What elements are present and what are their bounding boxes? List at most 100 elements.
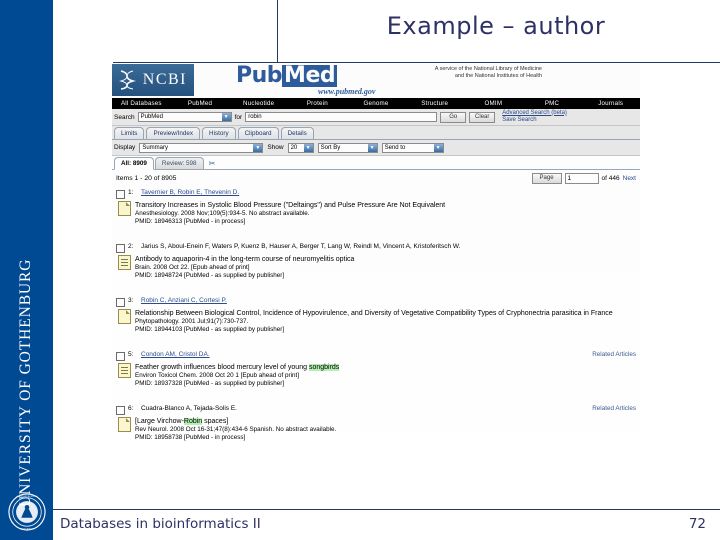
result-tab-review[interactable]: Review: 598 bbox=[154, 157, 204, 169]
nav-item-nucleotide[interactable]: Nucleotide bbox=[229, 100, 288, 107]
page-number-input[interactable]: 1 bbox=[564, 172, 599, 184]
display-select-value: Summary bbox=[142, 144, 168, 151]
tab-clipboard[interactable]: Clipboard bbox=[237, 127, 279, 139]
send-to-select[interactable]: Send to ▼ bbox=[381, 142, 444, 153]
result-title[interactable]: Antibody to aquaporin-4 in the long-term… bbox=[135, 255, 636, 264]
result-title-highlight: Robin bbox=[183, 417, 203, 425]
result-header: 6: Cuadra-Blanco A, Tejada-Solis E. Rela… bbox=[116, 405, 636, 415]
document-fold-icon[interactable] bbox=[118, 200, 131, 216]
result-body: Transitory Increases in Systolic Blood P… bbox=[116, 200, 636, 227]
pubmed-logo-pub: Pub bbox=[236, 64, 283, 88]
result-text: Feather growth influences blood mercury … bbox=[135, 363, 636, 389]
result-journal: Brain. 2008 Oct 22. [Epub ahead of print… bbox=[135, 263, 250, 271]
nav-item-structure[interactable]: Structure bbox=[405, 100, 464, 107]
next-page-link[interactable]: Next bbox=[623, 175, 636, 182]
result-pmid: PMID: 18946313 [PubMed - in process] bbox=[135, 218, 246, 225]
university-name: UNIVERSITY OF GOTHENBURG bbox=[17, 258, 34, 507]
items-count-text: Items 1 - 20 of 8905 bbox=[116, 174, 177, 182]
result-header: 2: Jarius S, Aboul-Enein F, Waters P, Ku… bbox=[116, 243, 636, 253]
search-label: Search bbox=[114, 113, 135, 121]
tab-history[interactable]: History bbox=[202, 127, 236, 139]
document-fold-icon[interactable] bbox=[118, 416, 131, 432]
result-body: Relationship Between Biological Control,… bbox=[116, 308, 636, 335]
result-title[interactable]: [Large Virchow-Robin spaces] bbox=[135, 417, 636, 426]
document-lines-icon[interactable] bbox=[118, 254, 131, 270]
result-authors-link[interactable]: Tavernier B, Robin E, Thevenin D. bbox=[141, 189, 627, 196]
tab-preview-index[interactable]: Preview/Index bbox=[146, 127, 201, 139]
result-text: Relationship Between Biological Control,… bbox=[135, 309, 636, 335]
nav-item-all-databases[interactable]: All Databases bbox=[112, 100, 171, 107]
advanced-search-link[interactable]: Advanced Search (beta) bbox=[502, 110, 567, 118]
go-button[interactable]: Go bbox=[440, 111, 467, 123]
sort-by-value: Sort By bbox=[320, 144, 341, 151]
result-body: [Large Virchow-Robin spaces] Rev Neurol.… bbox=[116, 416, 636, 443]
search-tabs: Limits Preview/Index History Clipboard D… bbox=[112, 126, 640, 140]
database-select[interactable]: PubMed ▼ bbox=[137, 112, 232, 122]
result-header: 5: Condon AM, Cristol DA. Related Articl… bbox=[116, 351, 636, 361]
list-item: 1: Tavernier B, Robin E, Thevenin D. Tra… bbox=[116, 187, 636, 241]
list-item: 3: Robin C, Anziani C, Cortesi P. Relati… bbox=[116, 295, 636, 349]
result-authors-link[interactable]: Cuadra-Blanco A, Tejada-Solis E. bbox=[141, 405, 583, 412]
result-header: 3: Robin C, Anziani C, Cortesi P. bbox=[116, 297, 636, 307]
search-input[interactable]: robin bbox=[245, 112, 438, 122]
result-checkbox[interactable] bbox=[116, 297, 125, 307]
pubmed-banner: NCBI PubMed www.pubmed.gov A service of … bbox=[112, 64, 640, 98]
results-pager-bar: Items 1 - 20 of 8905 Page 1 of 446 Next bbox=[112, 170, 640, 186]
result-title-highlight: songbirds bbox=[308, 363, 340, 371]
result-title[interactable]: Relationship Between Biological Control,… bbox=[135, 309, 636, 318]
nlm-credit-line1[interactable]: A service of the National Library of Med… bbox=[372, 66, 542, 73]
result-checkbox[interactable] bbox=[116, 189, 125, 199]
search-input-value: robin bbox=[248, 114, 262, 120]
tab-details[interactable]: Details bbox=[280, 127, 314, 139]
result-checkbox[interactable] bbox=[116, 243, 125, 253]
related-articles-link[interactable]: Related Articles bbox=[586, 405, 636, 412]
result-title[interactable]: Transitory Increases in Systolic Blood P… bbox=[135, 201, 636, 210]
result-authors-link[interactable]: Jarius S, Aboul-Enein F, Waters P, Kuenz… bbox=[141, 243, 627, 250]
save-search-link[interactable]: Save Search bbox=[502, 117, 567, 125]
result-text: [Large Virchow-Robin spaces] Rev Neurol.… bbox=[135, 417, 636, 443]
nav-item-journals[interactable]: Journals bbox=[581, 100, 640, 107]
page-title: Example – author bbox=[386, 12, 606, 40]
slide-page-number: 72 bbox=[688, 516, 706, 532]
result-journal: Rev Neurol. 2008 Oct 16-31;47(8):434-6 S… bbox=[135, 425, 337, 433]
document-lines-icon[interactable] bbox=[118, 362, 131, 378]
university-seal-icon: GOTHOBURGENSIS UNIVERSITAS bbox=[8, 493, 46, 531]
result-title-prefix: Feather growth influences blood mercury … bbox=[135, 363, 309, 371]
related-articles-link[interactable]: Related Articles bbox=[586, 351, 636, 358]
nlm-credit-line2[interactable]: and the National Institutes of Health bbox=[372, 73, 542, 80]
result-checkbox[interactable] bbox=[116, 351, 125, 361]
result-header: 1: Tavernier B, Robin E, Thevenin D. bbox=[116, 189, 636, 199]
list-item: 5: Condon AM, Cristol DA. Related Articl… bbox=[116, 349, 636, 403]
nav-item-genome[interactable]: Genome bbox=[347, 100, 406, 107]
result-filter-tabs: All: 8909 Review: 598 ✂ bbox=[112, 156, 640, 170]
result-authors-link[interactable]: Robin C, Anziani C, Cortesi P. bbox=[141, 297, 627, 304]
pubmed-logo[interactable]: PubMed bbox=[236, 64, 338, 88]
svg-text:GOTHOBURGENSIS: GOTHOBURGENSIS bbox=[17, 496, 38, 498]
nav-item-pmc[interactable]: PMC bbox=[523, 100, 582, 107]
tab-limits[interactable]: Limits bbox=[114, 127, 145, 139]
show-count-select[interactable]: 20 ▼ bbox=[287, 142, 314, 153]
result-title[interactable]: Feather growth influences blood mercury … bbox=[135, 363, 636, 372]
clear-button[interactable]: Clear bbox=[469, 111, 496, 123]
nav-item-omim[interactable]: OMIM bbox=[464, 100, 523, 107]
nav-item-pubmed[interactable]: PubMed bbox=[171, 100, 230, 107]
svg-text:UNIVERSITAS: UNIVERSITAS bbox=[20, 527, 35, 530]
result-authors-link[interactable]: Condon AM, Cristol DA. bbox=[141, 351, 583, 358]
result-journal: Anesthesiology. 2008 Nov;109(5):934-5. N… bbox=[135, 209, 310, 217]
sort-by-select[interactable]: Sort By ▼ bbox=[317, 142, 378, 153]
result-checkbox[interactable] bbox=[116, 405, 125, 415]
scissors-icon[interactable]: ✂ bbox=[209, 159, 216, 168]
nav-item-protein[interactable]: Protein bbox=[288, 100, 347, 107]
display-select[interactable]: Summary ▼ bbox=[139, 142, 264, 153]
result-pmid: PMID: 18937328 [PubMed - as supplied by … bbox=[135, 380, 285, 387]
page-button[interactable]: Page bbox=[531, 172, 562, 184]
result-index: 3: bbox=[128, 297, 134, 304]
document-fold-icon[interactable] bbox=[118, 308, 131, 324]
chevron-down-icon: ▼ bbox=[221, 113, 231, 121]
result-pmid: PMID: 18958738 [PubMed - in process] bbox=[135, 434, 246, 441]
dna-helix-icon bbox=[119, 70, 136, 90]
chevron-down-icon: ▼ bbox=[303, 143, 313, 152]
result-tab-all[interactable]: All: 8909 bbox=[114, 157, 154, 170]
ncbi-logo[interactable]: NCBI bbox=[112, 64, 194, 96]
pager-controls: Page 1 of 446 Next bbox=[531, 172, 636, 184]
